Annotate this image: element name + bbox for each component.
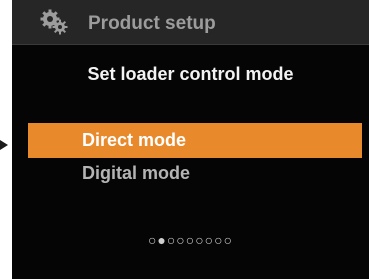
- screen-subtitle: Set loader control mode: [87, 64, 294, 84]
- header-bar: Product setup: [12, 0, 369, 45]
- menu-item-label: Direct mode: [82, 130, 187, 150]
- device-display: Product setup Set loader control mode Di…: [0, 0, 369, 279]
- header-title: Product setup: [88, 13, 216, 34]
- menu-item-direct-mode[interactable]: Direct mode: [28, 123, 362, 158]
- page-indicator: ○●○○○○○○○: [147, 232, 234, 248]
- menu-item-label: Digital mode: [82, 163, 191, 183]
- pointer-arrow-icon: [0, 140, 8, 150]
- gears-icon: [40, 9, 68, 35]
- screen: Product setup Set loader control mode Di…: [12, 0, 369, 279]
- menu-item-digital-mode[interactable]: Digital mode: [28, 158, 362, 188]
- mode-menu: Direct mode Digital mode: [28, 123, 362, 188]
